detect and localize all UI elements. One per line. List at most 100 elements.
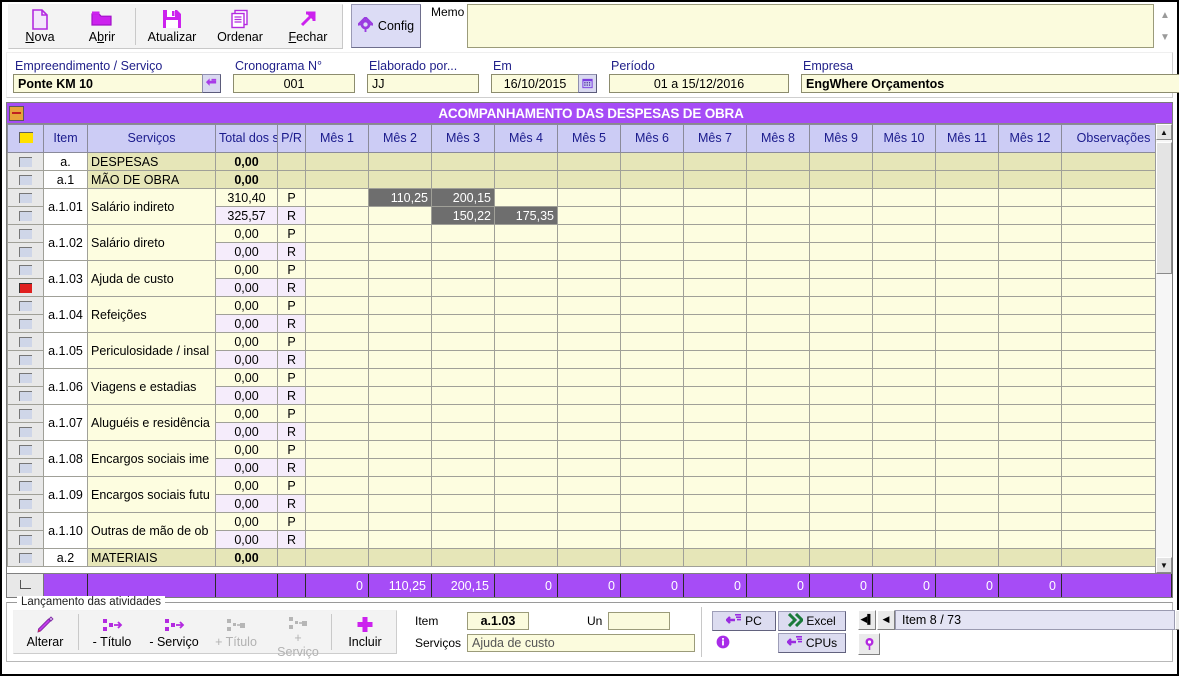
row-select-cell[interactable]	[7, 458, 44, 477]
cell-mes-5[interactable]	[557, 170, 621, 189]
cell-mes-12[interactable]	[998, 350, 1062, 369]
cell-mes-4[interactable]	[494, 314, 558, 333]
cell-mes-1[interactable]	[305, 278, 369, 297]
cell-mes-5[interactable]	[557, 476, 621, 495]
cell-mes-5[interactable]	[557, 260, 621, 279]
cell-mes-10[interactable]	[872, 296, 936, 315]
cell-mes-12[interactable]	[998, 386, 1062, 405]
cell-mes-7[interactable]	[683, 440, 747, 459]
cell-mes-3[interactable]	[431, 350, 495, 369]
servicos-value-field[interactable]: Ajuda de custo	[467, 634, 695, 652]
cell-observacoes[interactable]	[1061, 224, 1155, 243]
cell-servico[interactable]: DESPESAS	[87, 152, 216, 171]
cell-item[interactable]: a.1.05	[43, 332, 88, 369]
cell-mes-3[interactable]	[431, 368, 495, 387]
cell-mes-4[interactable]	[494, 152, 558, 171]
cell-mes-4[interactable]	[494, 476, 558, 495]
cell-mes-11[interactable]	[935, 494, 999, 513]
cell-mes-11[interactable]	[935, 350, 999, 369]
cell-observacoes[interactable]	[1061, 170, 1155, 189]
cell-mes-8[interactable]	[746, 440, 810, 459]
cell-mes-8[interactable]	[746, 368, 810, 387]
cell-mes-2[interactable]	[368, 350, 432, 369]
row-select-cell[interactable]	[7, 422, 44, 441]
scroll-up-icon[interactable]: ▲	[1156, 124, 1172, 140]
cell-pr[interactable]: _	[277, 170, 306, 189]
cell-observacoes[interactable]	[1061, 548, 1155, 567]
row-select-cell[interactable]	[7, 278, 44, 297]
cell-mes-8[interactable]	[746, 260, 810, 279]
cell-mes-8[interactable]	[746, 494, 810, 513]
cell-observacoes[interactable]	[1061, 422, 1155, 441]
cell-mes-3[interactable]	[431, 440, 495, 459]
cell-total[interactable]: 0,00	[215, 350, 278, 369]
cell-pr[interactable]: P	[277, 224, 306, 243]
cell-mes-11[interactable]	[935, 242, 999, 261]
cell-mes-1[interactable]	[305, 422, 369, 441]
cell-mes-10[interactable]	[872, 530, 936, 549]
cell-mes-4[interactable]	[494, 224, 558, 243]
cell-mes-8[interactable]	[746, 152, 810, 171]
cell-mes-7[interactable]	[683, 278, 747, 297]
cell-mes-5[interactable]	[557, 386, 621, 405]
cell-mes-4[interactable]	[494, 368, 558, 387]
cell-mes-6[interactable]	[620, 458, 684, 477]
cell-mes-7[interactable]	[683, 332, 747, 351]
row-select-cell[interactable]	[7, 386, 44, 405]
cell-mes-10[interactable]	[872, 422, 936, 441]
cell-servico[interactable]: MÃO DE OBRA	[87, 170, 216, 189]
item-value-field[interactable]: a.1.03	[467, 612, 529, 630]
cell-mes-12[interactable]	[998, 422, 1062, 441]
field-em-input[interactable]: 16/10/2015	[491, 74, 579, 93]
grid-window-control-icon[interactable]	[9, 105, 24, 121]
cell-mes-10[interactable]	[872, 368, 936, 387]
row-select-cell[interactable]	[7, 332, 44, 351]
cell-mes-2[interactable]	[368, 404, 432, 423]
cell-mes-7[interactable]	[683, 350, 747, 369]
column-header-mes-1[interactable]: Mês 1	[305, 124, 369, 153]
cell-servico[interactable]: Encargos sociais ime	[87, 440, 216, 477]
cell-mes-2[interactable]	[368, 440, 432, 459]
cell-mes-10[interactable]	[872, 404, 936, 423]
cell-mes-5[interactable]	[557, 548, 621, 567]
cell-mes-12[interactable]	[998, 260, 1062, 279]
un-value-field[interactable]	[608, 612, 671, 630]
cell-mes-5[interactable]	[557, 152, 621, 171]
cell-mes-10[interactable]	[872, 224, 936, 243]
cell-mes-1[interactable]	[305, 242, 369, 261]
cell-mes-6[interactable]	[620, 296, 684, 315]
row-select-cell[interactable]	[7, 242, 44, 261]
cell-mes-12[interactable]	[998, 476, 1062, 495]
cell-observacoes[interactable]	[1061, 296, 1155, 315]
cell-mes-2[interactable]	[368, 368, 432, 387]
cell-mes-9[interactable]	[809, 548, 873, 567]
row-select-cell[interactable]	[7, 512, 44, 531]
cell-mes-8[interactable]	[746, 278, 810, 297]
cell-observacoes[interactable]	[1061, 260, 1155, 279]
column-header-mes-7[interactable]: Mês 7	[683, 124, 747, 153]
row-select-cell[interactable]	[7, 188, 44, 207]
cell-total[interactable]: 0,00	[215, 494, 278, 513]
cell-mes-10[interactable]	[872, 278, 936, 297]
cell-mes-7[interactable]	[683, 170, 747, 189]
cell-mes-6[interactable]	[620, 530, 684, 549]
export-cpus-button[interactable]: CPUs	[778, 633, 846, 653]
cell-item[interactable]: a.	[43, 152, 88, 171]
row-select-cell[interactable]	[7, 368, 44, 387]
cell-mes-5[interactable]	[557, 314, 621, 333]
cell-mes-9[interactable]	[809, 242, 873, 261]
cell-mes-1[interactable]	[305, 476, 369, 495]
cell-mes-6[interactable]	[620, 152, 684, 171]
cell-pr[interactable]: _	[277, 548, 306, 567]
cell-servico[interactable]: Aluguéis e residência	[87, 404, 216, 441]
cell-observacoes[interactable]	[1061, 494, 1155, 513]
cell-mes-10[interactable]	[872, 206, 936, 225]
cell-mes-9[interactable]	[809, 440, 873, 459]
cell-pr[interactable]: P	[277, 260, 306, 279]
cell-mes-1[interactable]	[305, 206, 369, 225]
table-row[interactable]: a.1.01 Salário indireto 310,40 P 110,25 200,1…	[7, 188, 1155, 225]
cell-mes-6[interactable]	[620, 386, 684, 405]
column-header-mes-10[interactable]: Mês 10	[872, 124, 936, 153]
grid-vertical-scrollbar[interactable]: ▲ ▼	[1155, 124, 1172, 573]
grid-scroll-area[interactable]: Item Serviços Total dos serviços P/R Mês…	[7, 124, 1155, 573]
